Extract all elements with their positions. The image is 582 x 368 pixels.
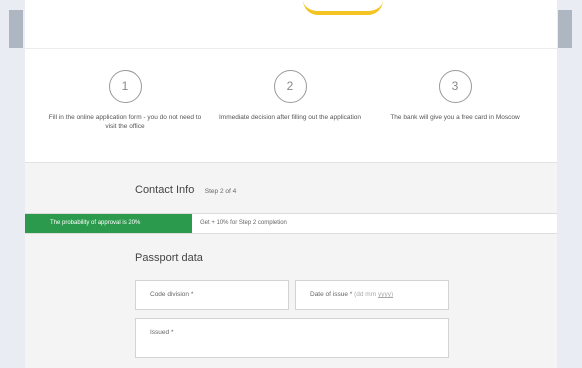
left-scroll-shadow bbox=[9, 10, 23, 48]
step-number-circle: 3 bbox=[438, 70, 472, 103]
step-description: Fill in the online application form - yo… bbox=[48, 114, 202, 130]
step-2: 2 Immediate decision after filling out t… bbox=[210, 70, 370, 122]
contact-title: Contact Info bbox=[135, 184, 195, 196]
date-placeholder: (dd mm yyyy) bbox=[354, 291, 394, 298]
application-card: 1 Fill in the online application form - … bbox=[25, 0, 557, 368]
top-accent-arc bbox=[303, 0, 383, 15]
step-indicator: Step 2 of 4 bbox=[204, 188, 237, 195]
code-division-field[interactable]: Code division * bbox=[135, 280, 289, 310]
code-division-label: Code division * bbox=[150, 291, 194, 298]
issued-by-label: Issued * bbox=[150, 329, 174, 336]
progress-bonus-note: Get + 10% for Step 2 completion bbox=[200, 220, 287, 226]
step-1: 1 Fill in the online application form - … bbox=[45, 70, 205, 131]
step-3: 3 The bank will give you a free card in … bbox=[375, 70, 535, 122]
approval-progress: The probability of approval is 20% Get +… bbox=[25, 213, 557, 234]
contact-header: Contact Info Step 2 of 4 bbox=[135, 180, 236, 198]
step-description: The bank will give you a free card in Mo… bbox=[390, 114, 520, 121]
step-number-circle: 1 bbox=[108, 70, 142, 103]
step-description: Immediate decision after filling out the… bbox=[219, 114, 361, 121]
approval-probability-bar: The probability of approval is 20% bbox=[25, 214, 192, 233]
steps-panel: 1 Fill in the online application form - … bbox=[25, 0, 557, 163]
issued-by-field[interactable]: Issued * bbox=[135, 318, 449, 358]
date-of-issue-label: Date of issue * bbox=[310, 291, 353, 298]
top-divider bbox=[25, 48, 557, 49]
step-number-circle: 2 bbox=[273, 70, 307, 103]
right-scroll-shadow bbox=[558, 10, 572, 48]
passport-section-title: Passport data bbox=[135, 252, 203, 264]
date-of-issue-field[interactable]: Date of issue * (dd mm yyyy) bbox=[295, 280, 449, 310]
